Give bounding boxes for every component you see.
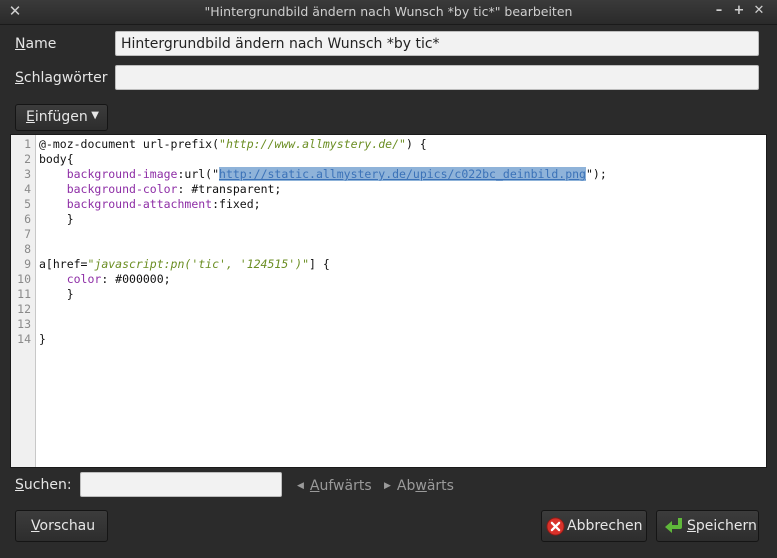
code-token: ] {: [309, 257, 330, 271]
line-number: 6: [24, 212, 31, 226]
search-mnemonic: S: [15, 477, 24, 493]
code-property: background-color: [66, 182, 178, 196]
insert-button-label: Einfügen: [26, 109, 88, 125]
code-property: background-attachment: [66, 197, 213, 211]
window-title: "Hintergrundbild ändern nach Wunsch *by …: [204, 4, 573, 19]
preview-button-label: Vorschau: [31, 518, 95, 534]
down-label-post: ärts: [426, 478, 454, 494]
line-number: 9: [24, 257, 31, 271]
code-property: background-image: [66, 167, 178, 181]
chevron-down-icon: ▼: [91, 110, 99, 121]
maximize-icon[interactable]: +: [731, 2, 747, 20]
line-number: 12: [17, 302, 31, 316]
code-token: ");: [585, 167, 607, 181]
tags-input[interactable]: [115, 65, 759, 90]
code-line: body{: [39, 152, 74, 166]
code-line: @-moz-document url-prefix("http://www.al…: [39, 137, 427, 152]
line-number: 4: [24, 182, 31, 196]
triangle-right-icon: ▶: [384, 481, 391, 491]
code-property: color: [66, 272, 102, 286]
search-label: Suchen:: [15, 477, 72, 493]
code-token: :fixed;: [212, 197, 261, 211]
cancel-button-label: Abbrechen: [567, 518, 643, 534]
code-token: :url(": [177, 167, 220, 181]
code-line: background-attachment:fixed;: [39, 197, 261, 212]
code-line: }: [39, 287, 74, 301]
insert-mnemonic: E: [26, 109, 35, 125]
down-mnemonic: w: [415, 478, 427, 494]
insert-button[interactable]: Einfügen ▼: [15, 104, 108, 131]
minimize-icon[interactable]: –: [711, 2, 727, 20]
code-line: }: [39, 332, 46, 346]
preview-button[interactable]: Vorschau: [15, 510, 108, 542]
tags-label-text: chlagwörter: [23, 70, 108, 86]
cancel-button[interactable]: Abbrechen: [541, 510, 647, 542]
down-label-pre: Ab: [396, 478, 416, 494]
name-label-text: ame: [25, 36, 57, 52]
title-bar: ✕ "Hintergrundbild ändern nach Wunsch *b…: [0, 0, 777, 25]
code-token: : #transparent;: [177, 182, 282, 196]
code-line: background-color: #transparent;: [39, 182, 282, 197]
save-label-text: peichern: [695, 518, 757, 534]
search-input[interactable]: [80, 472, 282, 497]
name-input[interactable]: Hintergrundbild ändern nach Wunsch *by t…: [115, 31, 759, 56]
save-mnemonic: S: [687, 518, 696, 534]
tags-label-mnemonic: S: [15, 70, 24, 86]
up-label-text: ufwärts: [319, 478, 372, 494]
up-mnemonic: A: [309, 478, 320, 494]
line-number: 13: [17, 317, 31, 331]
name-label-mnemonic: N: [15, 36, 26, 52]
code-token: a[href=: [39, 257, 88, 271]
save-button[interactable]: Speichern: [656, 510, 759, 542]
cancel-icon: [546, 517, 565, 536]
search-up-button[interactable]: ◀ Aufwärts: [297, 478, 372, 494]
code-line: }: [39, 212, 74, 226]
code-string: "http://www.allmystery.de/": [219, 137, 406, 151]
restore-icon[interactable]: ✕: [751, 2, 767, 20]
code-string: "javascript:pn('tic', '124515')": [87, 257, 310, 271]
triangle-left-icon: ◀: [297, 481, 304, 491]
preview-mnemonic: V: [31, 518, 40, 534]
preview-label-text: orschau: [39, 518, 96, 534]
line-number: 14: [17, 332, 31, 346]
selected-url: http://static.allmystery.de/upics/c022bc…: [219, 167, 586, 181]
line-number-gutter: 1 2 3 4 5 6 7 8 9 10 11 12 13 14: [11, 135, 36, 467]
insert-label-text: infügen: [34, 109, 88, 125]
line-number: 10: [17, 272, 31, 286]
enter-arrow-icon: [665, 518, 682, 533]
line-number: 7: [24, 227, 31, 241]
line-number: 2: [24, 152, 31, 166]
code-token: @-moz-document url-prefix(: [39, 137, 220, 151]
line-number: 1: [24, 137, 31, 151]
code-line: background-image:url("http://static.allm…: [39, 167, 607, 182]
save-button-label: Speichern: [687, 518, 757, 534]
code-editor[interactable]: 1 2 3 4 5 6 7 8 9 10 11 12 13 14 @-moz-d…: [10, 134, 767, 468]
tags-label: Schlagwörter: [15, 70, 107, 86]
line-number: 5: [24, 197, 31, 211]
line-number: 11: [17, 287, 31, 301]
search-label-text: uchen:: [23, 477, 72, 493]
line-number: 3: [24, 167, 31, 181]
code-token: ) {: [405, 137, 427, 151]
search-down-button[interactable]: ▶ Abwärts: [384, 478, 454, 494]
code-line: color: #000000;: [39, 272, 171, 287]
line-number: 8: [24, 242, 31, 256]
name-label: Name: [15, 36, 56, 52]
code-token: : #000000;: [101, 272, 171, 286]
code-line: a[href="javascript:pn('tic', '124515')"]…: [39, 257, 330, 272]
